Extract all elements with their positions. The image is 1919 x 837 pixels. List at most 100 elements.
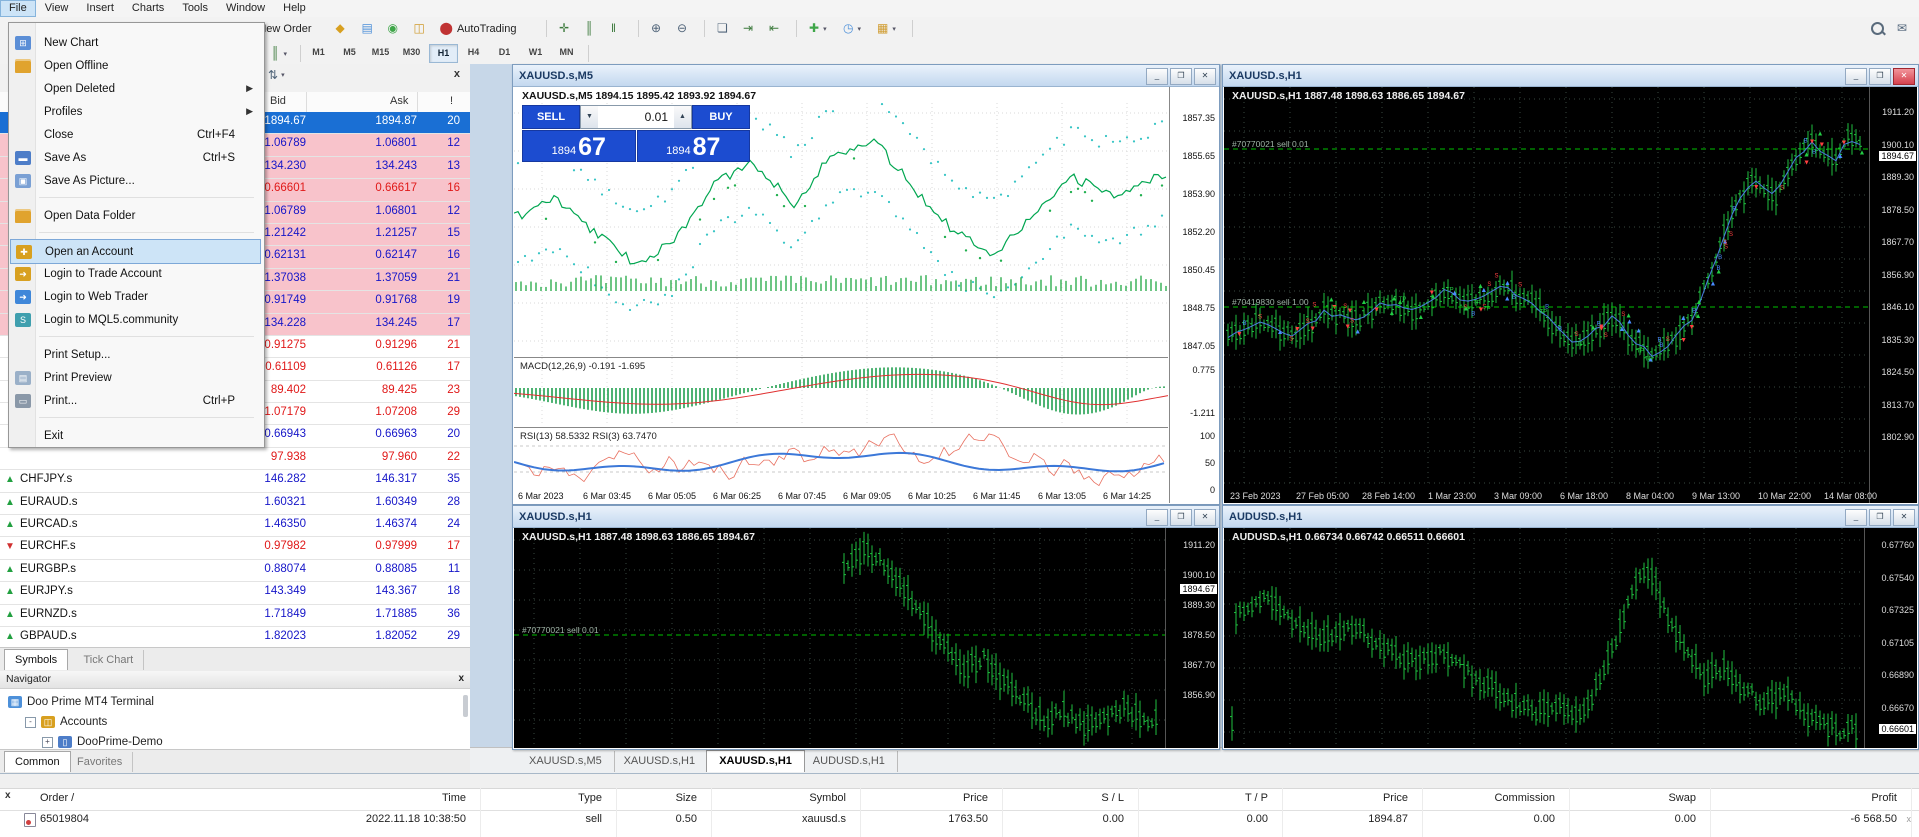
- minimize-button[interactable]: _: [1845, 509, 1867, 526]
- chart-tab-3[interactable]: XAUUSD.s,H1: [706, 750, 805, 772]
- close-button[interactable]: ✕: [1194, 509, 1216, 526]
- chart-window-xauusd-h1-top[interactable]: XAUUSD.s,H1_❐✕SB▲BSBS▲▼▼TPTP▼▲▲B▲B▼▼▲▼TP…: [1222, 64, 1919, 505]
- dropdown-caret-icon[interactable]: ▾: [892, 25, 896, 33]
- message-button[interactable]: ✉: [1894, 19, 1910, 38]
- tree-item-doo-prime-mt4-terminal[interactable]: ▦Doo Prime MT4 Terminal: [8, 692, 154, 712]
- menu-item-insert[interactable]: Insert: [77, 0, 123, 17]
- autotrading-button[interactable]: ⬤AutoTrading: [437, 19, 520, 38]
- timeframe-d1-button[interactable]: D1: [491, 44, 518, 61]
- minimize-button[interactable]: _: [1146, 68, 1168, 85]
- timeframe-h1-button[interactable]: H1: [429, 44, 458, 63]
- file-menu-item-login-to-mql5-community[interactable]: SLogin to MQL5.community: [10, 308, 261, 331]
- templates-button[interactable]: ▦▾: [874, 19, 899, 38]
- maximize-button[interactable]: ❐: [1869, 509, 1891, 526]
- maximize-button[interactable]: ❐: [1170, 68, 1192, 85]
- chart-shift-button[interactable]: ⇤: [766, 19, 782, 38]
- terminal-column-header-swap[interactable]: Swap: [1668, 792, 1696, 804]
- window-caption[interactable]: XAUUSD.s,H1_❐✕: [1223, 65, 1918, 87]
- timeframe-m15-button[interactable]: M15: [367, 44, 394, 61]
- terminal-column-header-price[interactable]: Price: [963, 792, 988, 804]
- terminal-column-header-price2[interactable]: Price: [1383, 792, 1408, 804]
- terminal-column-header-tp[interactable]: T / P: [1245, 792, 1268, 804]
- sell-button[interactable]: SELL: [522, 105, 580, 129]
- column-header-ask[interactable]: Ask: [390, 95, 408, 107]
- market-watch-button[interactable]: ◆: [333, 19, 348, 38]
- terminal-column-header-sl[interactable]: S / L: [1101, 792, 1124, 804]
- terminal-column-header-order[interactable]: Order /: [40, 792, 74, 804]
- close-button[interactable]: ✕: [1893, 509, 1915, 526]
- terminal-column-header-commission[interactable]: Commission: [1494, 792, 1555, 804]
- data-window-button[interactable]: ▤: [359, 19, 376, 38]
- volume-input[interactable]: 0.01: [598, 106, 674, 128]
- expand-icon[interactable]: +: [42, 737, 53, 748]
- symbols-menu-button[interactable]: ⇅▾: [268, 68, 285, 82]
- tab-tick-chart[interactable]: Tick Chart: [74, 650, 145, 670]
- buy-button[interactable]: BUY: [692, 105, 750, 129]
- search-button[interactable]: [1868, 19, 1887, 38]
- chart-tab-2[interactable]: XAUUSD.s,H1: [612, 751, 709, 772]
- file-menu-item-open-data-folder[interactable]: Open Data Folder: [10, 204, 261, 227]
- periods-button[interactable]: ◷▾: [840, 19, 864, 38]
- bar-cursor-button[interactable]: ║: [582, 19, 597, 38]
- timeframe-m5-button[interactable]: M5: [336, 44, 363, 61]
- close-button[interactable]: ✕: [1893, 68, 1915, 85]
- maximize-button[interactable]: ❐: [1869, 68, 1891, 85]
- terminal-order-row[interactable]: 650198042022.11.18 10:38:50sell0.50xauus…: [0, 810, 1919, 831]
- chart-window-audusd-h1[interactable]: AUDUSD.s,H1_❐✕AUDUSD.s,H1 0.66734 0.6674…: [1222, 505, 1919, 750]
- market-watch-row[interactable]: ▲GBPAUD.s1.820231.8205229: [0, 627, 470, 647]
- tile-windows-button[interactable]: ❏: [714, 19, 731, 38]
- auto-scroll-button[interactable]: ⇥: [740, 19, 756, 38]
- navigator-close-icon[interactable]: x: [458, 673, 464, 684]
- chart-tab-4[interactable]: AUDUSD.s,H1: [801, 751, 898, 772]
- chart-type-button[interactable]: ║▾: [268, 44, 290, 63]
- file-menu-item-open-deleted[interactable]: Open Deleted▶: [10, 77, 261, 100]
- menu-item-charts[interactable]: Charts: [123, 0, 173, 17]
- terminal-column-header-type[interactable]: Type: [578, 792, 602, 804]
- timeframe-m1-button[interactable]: M1: [305, 44, 332, 61]
- terminal-column-header-size[interactable]: Size: [676, 792, 697, 804]
- menu-item-tools[interactable]: Tools: [173, 0, 217, 17]
- terminal-order-row-partial[interactable]: [0, 830, 1919, 837]
- chart-window-xauusd-m5[interactable]: XAUUSD.s,M5_❐✕XAUUSD.s,M5 1894.15 1895.4…: [512, 64, 1220, 505]
- tab-favorites[interactable]: Favorites: [67, 752, 133, 772]
- column-header-bid[interactable]: Bid: [270, 95, 286, 107]
- dropdown-caret-icon[interactable]: ▾: [284, 50, 288, 58]
- chart-tab-1[interactable]: XAUUSD.s,M5: [517, 751, 615, 772]
- terminal-column-header-time[interactable]: Time: [442, 792, 466, 804]
- menu-item-window[interactable]: Window: [217, 0, 274, 17]
- market-watch-row[interactable]: ▲EURNZD.s1.718491.7188536: [0, 605, 470, 627]
- column-header-spread[interactable]: !: [450, 95, 453, 107]
- file-menu-item-profiles[interactable]: Profiles▶: [10, 100, 261, 123]
- file-menu-item-new-chart[interactable]: ⊞New Chart: [10, 31, 261, 54]
- menu-item-view[interactable]: View: [36, 0, 78, 17]
- file-menu-item-save-as-picture[interactable]: ▣Save As Picture...: [10, 169, 261, 192]
- dropdown-caret-icon[interactable]: ▾: [823, 25, 827, 33]
- line-cursor-button[interactable]: ‖: [608, 19, 619, 38]
- volume-increase-button[interactable]: ▲: [674, 106, 691, 128]
- terminal-button[interactable]: ◫: [411, 19, 428, 38]
- navigator-button[interactable]: ◉: [385, 19, 401, 38]
- dropdown-caret-icon[interactable]: ▾: [281, 71, 285, 79]
- market-watch-row[interactable]: ▲EURGBP.s0.880740.8808511: [0, 560, 470, 582]
- collapse-icon[interactable]: -: [25, 717, 36, 728]
- file-menu-item-open-an-account[interactable]: ✚Open an Account: [10, 239, 261, 264]
- window-caption[interactable]: XAUUSD.s,M5_❐✕: [513, 65, 1219, 87]
- terminal-column-header-symbol[interactable]: Symbol: [809, 792, 846, 804]
- tab-common[interactable]: Common: [4, 751, 71, 772]
- tab-symbols[interactable]: Symbols: [4, 649, 68, 670]
- market-watch-row[interactable]: ▲EURCAD.s1.463501.4637424: [0, 515, 470, 537]
- dropdown-caret-icon[interactable]: ▾: [857, 25, 861, 33]
- market-watch-row[interactable]: ▲EURJPY.s143.349143.36718: [0, 582, 470, 604]
- market-watch-row[interactable]: 97.93897.96022: [0, 448, 470, 470]
- market-watch-row[interactable]: ▲EURAUD.s1.603211.6034928: [0, 493, 470, 515]
- terminal-close-icon[interactable]: x: [5, 790, 11, 801]
- file-menu-item-save-as[interactable]: ▬Save AsCtrl+S: [10, 146, 261, 169]
- window-caption[interactable]: XAUUSD.s,H1_❐✕: [513, 506, 1219, 528]
- file-menu-item-print-preview[interactable]: ▤Print Preview: [10, 366, 261, 389]
- file-menu-item-open-offline[interactable]: Open Offline: [10, 54, 261, 77]
- timeframe-m30-button[interactable]: M30: [398, 44, 425, 61]
- chart-window-xauusd-h1-bottom[interactable]: XAUUSD.s,H1_❐✕XAUUSD.s,H1 1887.48 1898.6…: [512, 505, 1220, 750]
- timeframe-h4-button[interactable]: H4: [460, 44, 487, 61]
- tree-item-accounts[interactable]: -◫Accounts: [25, 712, 107, 732]
- timeframe-w1-button[interactable]: W1: [522, 44, 549, 61]
